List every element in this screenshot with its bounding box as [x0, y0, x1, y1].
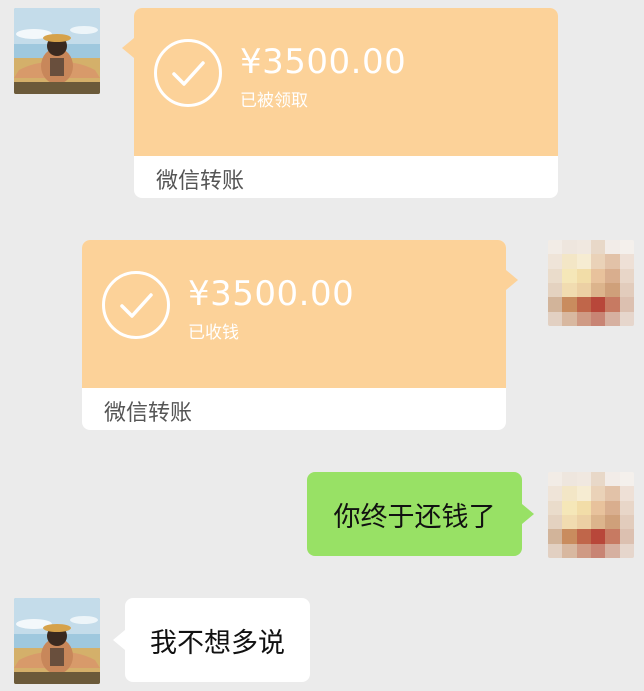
transfer-card-collected[interactable]: ¥3500.00 已收钱 微信转账 — [82, 240, 506, 430]
check-circle-icon — [102, 271, 170, 339]
received-message-bubble[interactable]: 我不想多说 — [125, 598, 310, 682]
transfer-status: 已被领取 — [240, 91, 308, 111]
received-bubble-tail — [113, 630, 125, 650]
transfer-label: 微信转账 — [104, 401, 193, 426]
my-avatar[interactable] — [548, 240, 634, 326]
contact-avatar[interactable] — [14, 598, 100, 684]
transfer-bubble-tail — [506, 270, 518, 290]
transfer-status: 已收钱 — [188, 323, 239, 343]
transfer-bubble-tail — [122, 38, 134, 58]
my-avatar[interactable] — [548, 472, 634, 558]
contact-avatar[interactable] — [14, 8, 100, 94]
chat-window: ¥3500.00 已被领取 微信转账 ¥3500.00 已收钱 微信转账 你终于… — [0, 0, 644, 691]
transfer-amount: ¥3500.00 — [188, 274, 355, 314]
transfer-label: 微信转账 — [156, 169, 245, 194]
message-text: 我不想多说 — [150, 627, 285, 659]
transfer-card-received[interactable]: ¥3500.00 已被领取 微信转账 — [134, 8, 558, 198]
contact-avatar-image — [14, 598, 100, 684]
message-text: 你终于还钱了 — [333, 501, 496, 533]
transfer-amount: ¥3500.00 — [240, 42, 407, 82]
contact-avatar-image — [14, 8, 100, 94]
sent-message-bubble[interactable]: 你终于还钱了 — [307, 472, 522, 556]
sent-bubble-tail — [522, 504, 534, 524]
check-circle-icon — [154, 39, 222, 107]
